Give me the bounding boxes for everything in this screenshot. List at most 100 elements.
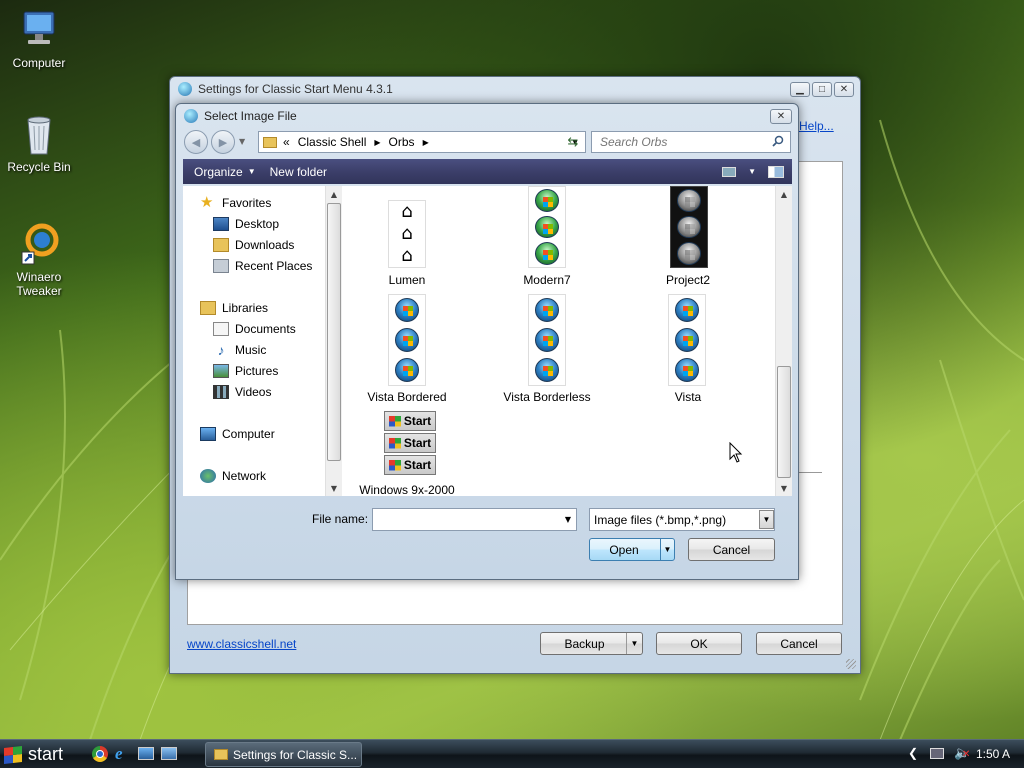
file-name-combo[interactable]: ▼ [372,508,577,531]
nav-scroll-thumb[interactable] [327,203,341,461]
project2-thumbnail [670,186,708,268]
nav-computer[interactable]: Computer [200,427,275,441]
maximize-button[interactable]: □ [812,81,832,97]
start-button-tile: Start [384,411,436,431]
nav-recent-places[interactable]: Recent Places [213,259,312,273]
breadcrumb-item-orbs[interactable]: Orbs [389,135,415,149]
start-button[interactable]: start [4,742,63,767]
open-button[interactable]: Open ▼ [589,538,675,561]
taskbar-task-settings[interactable]: Settings for Classic S... [205,742,362,767]
windows-flag-icon [4,745,22,764]
forward-button[interactable]: ▶ [211,130,235,154]
switch-windows-icon[interactable] [161,747,177,760]
chevron-down-icon[interactable]: ▼ [565,515,571,524]
file-name-input[interactable] [377,511,557,528]
breadcrumb-overflow[interactable]: « [283,135,290,149]
desktop-icon-recycle-bin[interactable]: Recycle Bin [0,112,78,174]
search-input[interactable] [598,134,768,150]
settings-titlebar[interactable]: Settings for Classic Start Menu 4.3.1 ▁ … [170,77,860,101]
breadcrumb-separator-icon: ▶ [422,137,429,147]
show-desktop-icon[interactable] [138,747,154,760]
nav-label: Favorites [222,196,272,210]
vista-borderless-thumbnail [528,294,566,386]
orb-icon [535,189,559,212]
nav-documents[interactable]: Documents [213,322,296,336]
minimize-button[interactable]: ▁ [790,81,810,97]
organize-button[interactable]: Organize ▼ [194,165,256,179]
nav-videos[interactable]: Videos [213,385,271,399]
dialog-titlebar[interactable]: Select Image File ✕ [176,104,798,128]
chrome-icon[interactable] [92,746,108,762]
vista-thumbnail [668,294,706,386]
desktop-icon-computer[interactable]: Computer [0,8,78,70]
breadcrumb-item-classic-shell[interactable]: Classic Shell [298,135,367,149]
backup-button[interactable]: Backup ▼ [540,632,643,655]
nav-desktop[interactable]: Desktop [213,217,279,231]
clock[interactable]: 1:50 A [976,747,1010,761]
file-name-label: Vista Borderless [503,390,591,404]
scroll-down-arrow-icon[interactable]: ▼ [776,480,792,496]
nav-label: Computer [222,427,275,441]
orb-icon [535,215,559,239]
desktop-icon-label: Recycle Bin [7,160,71,174]
classic-shell-icon [184,109,198,123]
help-link[interactable]: Help... [799,119,834,133]
nav-music[interactable]: ♪ Music [213,342,267,358]
view-options-icon[interactable] [722,166,737,177]
new-folder-button[interactable]: New folder [270,165,327,179]
close-button[interactable]: ✕ [770,108,792,124]
file-type-value: Image files (*.bmp,*.png) [594,512,727,527]
chevron-down-icon[interactable]: ▼ [759,510,774,529]
recent-pages-chevron-icon[interactable]: ▼ [239,137,245,146]
mouse-cursor-icon [729,442,743,463]
back-button[interactable]: ◀ [184,130,208,154]
nav-label: Libraries [222,301,269,315]
scroll-up-arrow-icon[interactable]: ▲ [326,186,342,202]
desktop-icon-label: Winaero Tweaker [16,270,62,298]
file-type-select[interactable]: Image files (*.bmp,*.png) ▼ [589,508,775,531]
dialog-title: Select Image File [204,109,297,123]
windows-flag-icon [388,437,401,449]
nav-label: Downloads [235,238,295,252]
file-list-scroll-thumb[interactable] [777,366,791,478]
network-tray-icon[interactable] [930,748,944,759]
nav-network[interactable]: Network [200,469,266,483]
music-icon: ♪ [217,342,225,358]
nav-favorites[interactable]: ★ Favorites [200,195,272,210]
website-link[interactable]: www.classicshell.net [187,637,296,651]
settings-cancel-button[interactable]: Cancel [756,632,842,655]
search-box[interactable] [591,131,791,153]
organize-label: Organize [194,164,243,179]
preview-pane-icon[interactable] [768,165,784,178]
orb-icon [675,358,699,382]
resize-grip-icon[interactable] [846,659,856,669]
refresh-icon[interactable]: ⇆ [562,133,584,151]
lumen-thumbnail: ⌂ ⌂ ⌂ [388,200,426,268]
computer-icon [200,427,216,441]
nav-pictures[interactable]: Pictures [213,364,278,378]
scroll-up-arrow-icon[interactable]: ▲ [776,186,792,202]
file-name-label: Lumen [388,273,426,287]
scroll-down-arrow-icon[interactable]: ▼ [326,480,342,496]
close-button[interactable]: ✕ [834,81,854,97]
chevron-down-icon: ▼ [626,633,642,654]
dialog-cancel-button[interactable]: Cancel [688,538,775,561]
chevron-down-icon[interactable]: ▼ [660,539,674,560]
dialog-cancel-label: Cancel [712,542,751,557]
view-options-chevron-icon[interactable]: ▼ [748,167,756,176]
file-list-scrollbar[interactable]: ▲ ▼ [775,186,792,496]
volume-muted-icon[interactable]: 🔈 ✕ [954,745,970,761]
orb-icon [535,242,559,266]
internet-explorer-icon[interactable]: e [115,744,123,764]
nav-libraries[interactable]: Libraries [200,301,268,315]
desktop-icon-winaero-tweaker[interactable]: Winaero Tweaker [0,222,78,298]
tray-expand-icon[interactable]: ❮ [908,746,918,760]
nav-downloads[interactable]: Downloads [213,238,294,252]
nav-scrollbar[interactable]: ▲ ▼ [325,186,342,496]
folder-icon [214,749,228,760]
address-bar[interactable]: « Classic Shell ▶ Orbs ▶ ▼ [258,131,586,153]
orb-icon [395,298,419,322]
ok-button[interactable]: OK [656,632,742,655]
search-icon[interactable] [772,135,784,150]
file-name-label: Windows 9x-2000 [359,483,455,497]
